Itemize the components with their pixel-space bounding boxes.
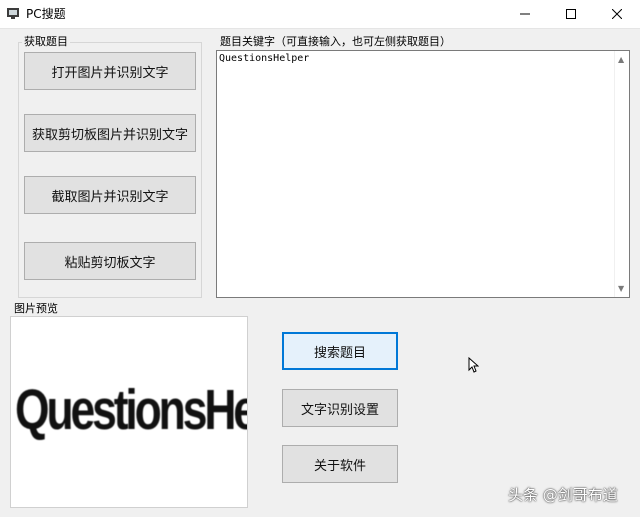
preview-group-label: 图片预览	[12, 302, 60, 315]
minimize-icon	[520, 13, 530, 15]
close-icon	[612, 9, 622, 19]
preview-image-text: QuestionsHelper	[15, 378, 248, 442]
scroll-down-icon[interactable]: ▼	[618, 284, 624, 293]
minimize-button[interactable]	[502, 0, 548, 28]
image-preview: QuestionsHelper	[10, 316, 248, 508]
fetch-group-label: 获取题目	[22, 35, 70, 48]
maximize-button[interactable]	[548, 0, 594, 28]
window-title: PC搜题	[26, 7, 66, 21]
clipboard-image-ocr-button[interactable]: 获取剪切板图片并识别文字	[24, 114, 196, 152]
scroll-up-icon[interactable]: ▲	[618, 55, 624, 64]
keyword-group-label: 题目关键字（可直接输入，也可左侧获取题目）	[218, 35, 453, 48]
app-icon	[7, 8, 19, 19]
ocr-settings-button[interactable]: 文字识别设置	[282, 389, 398, 427]
about-button[interactable]: 关于软件	[282, 445, 398, 483]
title-bar: PC搜题	[0, 0, 640, 29]
close-button[interactable]	[594, 0, 640, 28]
keyword-textarea[interactable]: QuestionsHelper ▲ ▼	[216, 50, 630, 298]
paste-clipboard-text-button[interactable]: 粘贴剪切板文字	[24, 242, 196, 280]
mouse-cursor-icon	[468, 357, 479, 373]
open-image-ocr-button[interactable]: 打开图片并识别文字	[24, 52, 196, 90]
capture-image-ocr-button[interactable]: 截取图片并识别文字	[24, 176, 196, 214]
maximize-icon	[566, 9, 576, 19]
search-button[interactable]: 搜索题目	[282, 332, 398, 370]
vertical-scrollbar[interactable]: ▲ ▼	[614, 51, 629, 297]
keyword-text: QuestionsHelper	[219, 53, 310, 64]
watermark: 头条 @剑哥布道	[508, 486, 618, 504]
